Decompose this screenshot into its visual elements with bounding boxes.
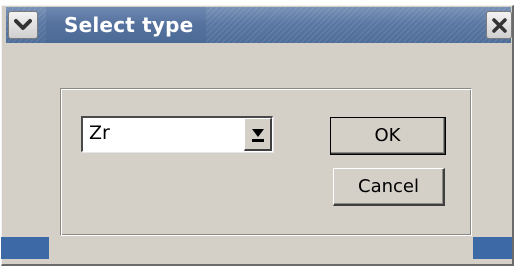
content-frame — [60, 88, 472, 236]
cancel-button[interactable]: Cancel — [333, 168, 445, 206]
background-window-left — [1, 237, 49, 259]
chevron-down-icon — [14, 19, 32, 30]
ok-button[interactable]: OK — [330, 117, 446, 155]
background-window-right — [473, 237, 512, 259]
close-button[interactable] — [486, 11, 512, 39]
window-menu-button[interactable] — [8, 11, 38, 39]
dropdown-arrow-icon — [252, 129, 264, 142]
title-bar[interactable]: Select type — [6, 7, 512, 43]
close-icon — [492, 18, 507, 33]
window-title: Select type — [64, 13, 194, 37]
type-select-dropdown-button[interactable] — [244, 118, 272, 151]
type-select-value: Zr — [89, 122, 110, 144]
type-select[interactable]: Zr — [81, 116, 273, 152]
dialog-bottom-edge — [1, 237, 512, 259]
